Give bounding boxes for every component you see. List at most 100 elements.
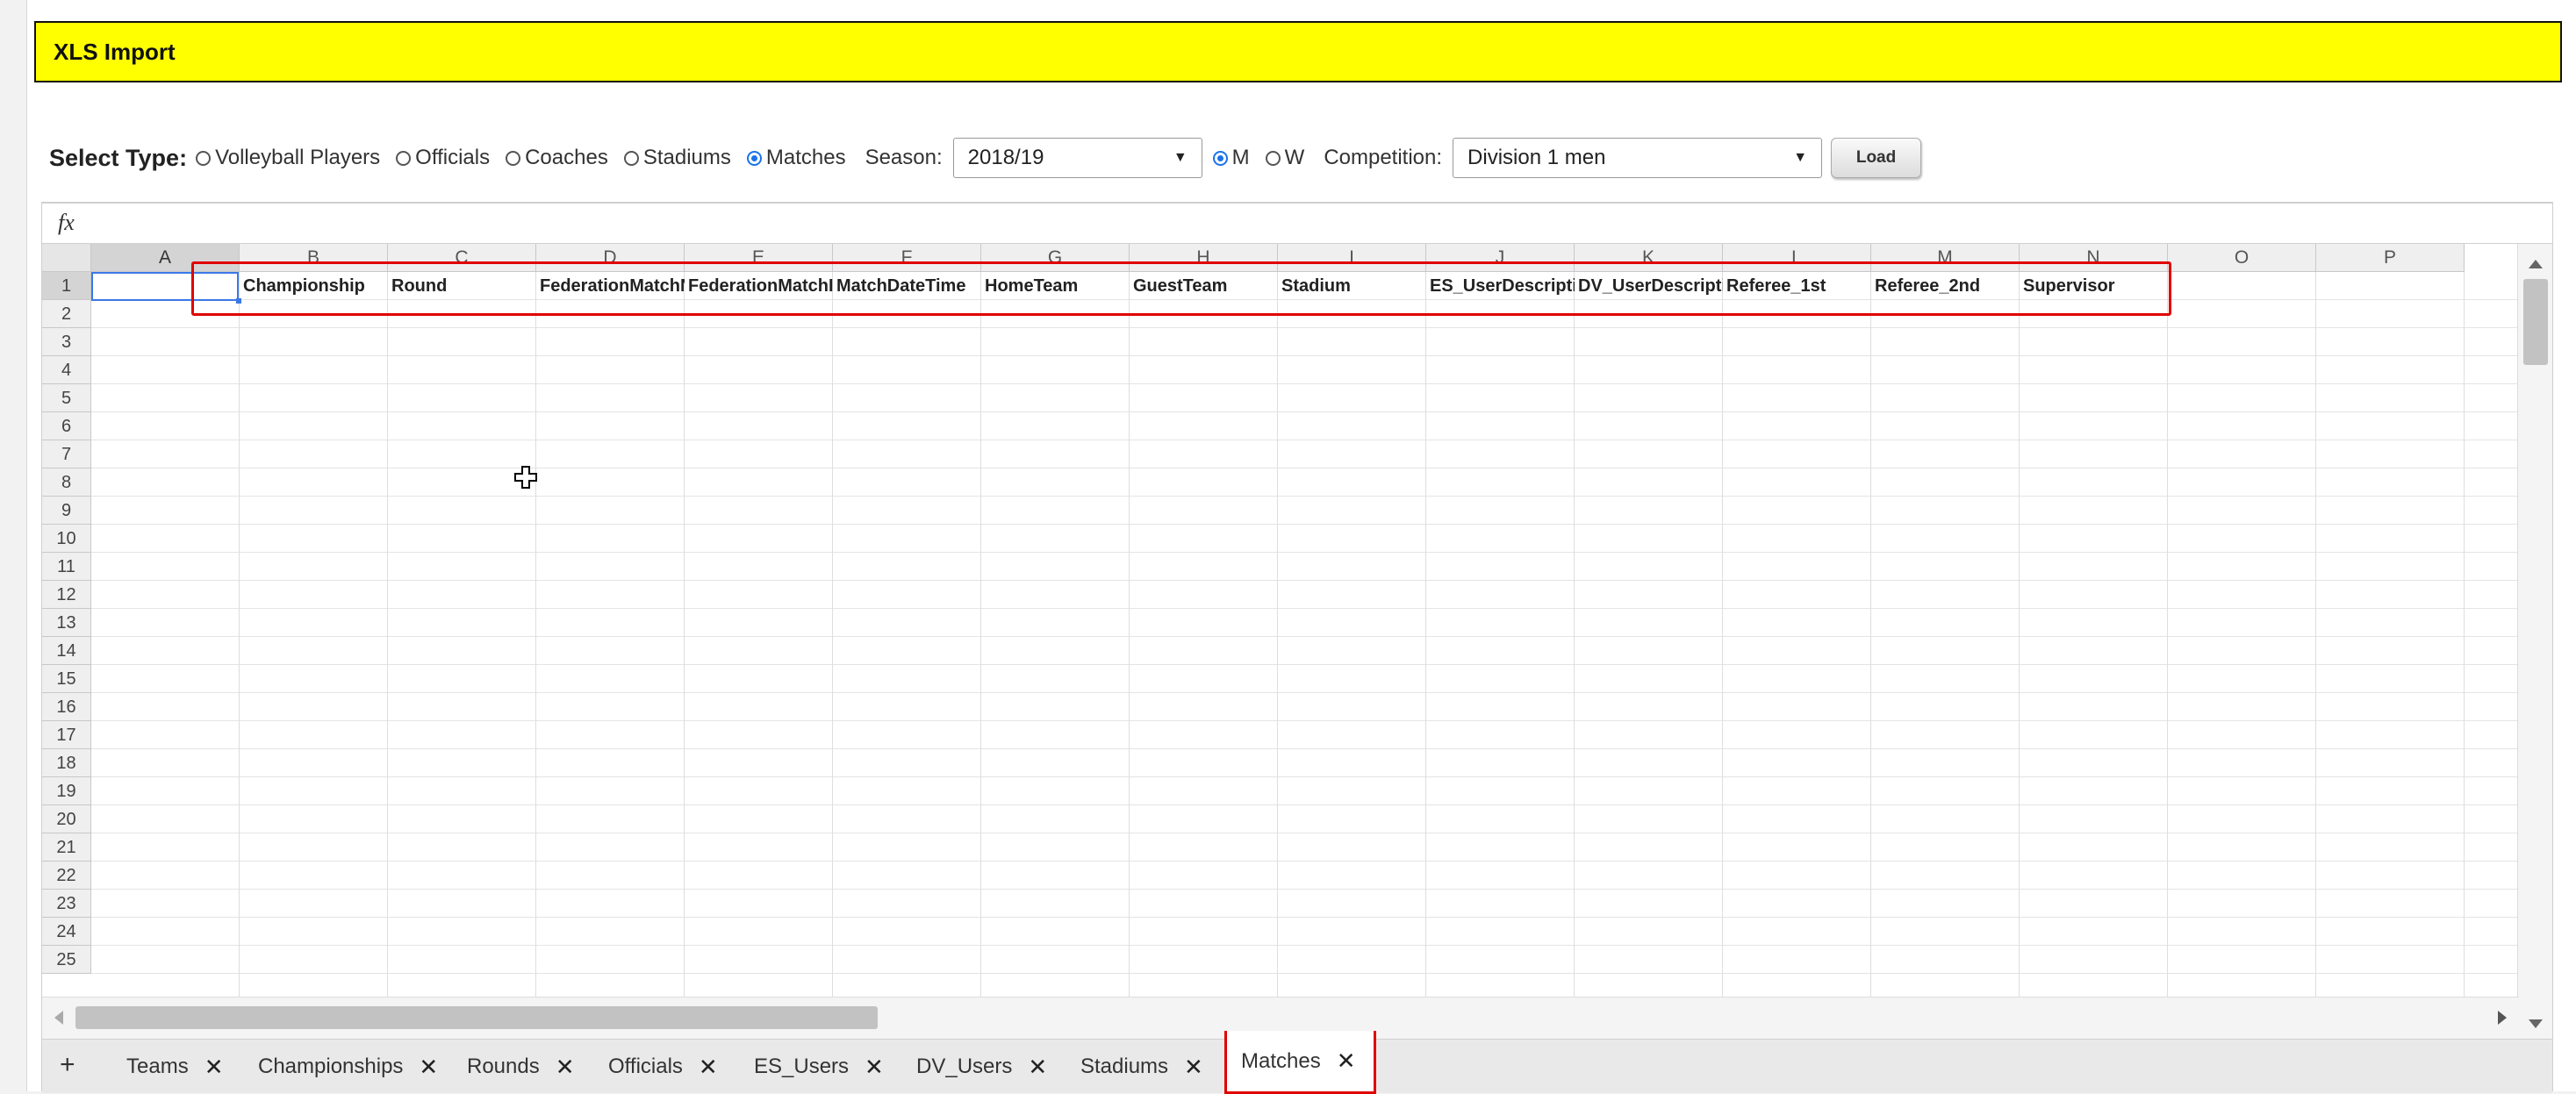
tab-label: Stadiums xyxy=(1080,1055,1169,1078)
scroll-up-icon[interactable] xyxy=(2529,260,2543,268)
row-header-5[interactable]: 5 xyxy=(42,384,91,412)
sheet-tab-dv-users[interactable]: DV_Users ✕ xyxy=(916,1040,1047,1094)
season-select[interactable]: 2018/19 ▼ xyxy=(952,138,1202,178)
radio-label: W xyxy=(1284,146,1305,169)
radio-checked-icon[interactable] xyxy=(1212,150,1228,166)
sheet-tab-championships[interactable]: Championships ✕ xyxy=(258,1040,438,1094)
radio-icon[interactable] xyxy=(1265,150,1281,166)
radio-matches[interactable]: Matches xyxy=(746,146,846,170)
tab-label: ES_Users xyxy=(754,1055,850,1078)
competition-select[interactable]: Division 1 men ▼ xyxy=(1453,138,1823,178)
radio-coaches[interactable]: Coaches xyxy=(506,146,608,170)
close-icon[interactable]: ✕ xyxy=(1337,1048,1356,1075)
radio-label: Officials xyxy=(415,146,491,169)
radio-stadiums[interactable]: Stadiums xyxy=(623,146,731,170)
select-all-corner[interactable] xyxy=(42,244,91,272)
tab-label: DV_Users xyxy=(916,1055,1013,1078)
chevron-down-icon: ▼ xyxy=(1793,150,1808,165)
tab-label: Officials xyxy=(608,1055,683,1078)
row-header-1[interactable]: 1 xyxy=(42,272,91,300)
radio-volleyball-players[interactable]: Volleyball Players xyxy=(196,146,380,170)
sheet-tab-matches[interactable]: Matches ✕ xyxy=(1224,1031,1376,1094)
row-header-21[interactable]: 21 xyxy=(42,833,91,862)
close-icon[interactable]: ✕ xyxy=(556,1054,575,1081)
vertical-scroll-thumb[interactable] xyxy=(2523,279,2548,365)
competition-label: Competition: xyxy=(1324,146,1443,169)
import-toolbar: Select Type: Volleyball Players Official… xyxy=(49,132,1922,184)
chevron-down-icon: ▼ xyxy=(1173,150,1188,165)
column-header-p[interactable]: P xyxy=(2316,244,2465,272)
row-header-14[interactable]: 14 xyxy=(42,637,91,665)
vertical-scrollbar[interactable] xyxy=(2517,244,2552,1039)
radio-icon[interactable] xyxy=(506,150,521,166)
sheet-tab-rounds[interactable]: Rounds ✕ xyxy=(467,1040,575,1094)
radio-gender-w[interactable]: W xyxy=(1265,146,1305,170)
close-icon[interactable]: ✕ xyxy=(1184,1054,1203,1081)
row-header-9[interactable]: 9 xyxy=(42,497,91,525)
row-header-6[interactable]: 6 xyxy=(42,412,91,440)
row-header-7[interactable]: 7 xyxy=(42,440,91,468)
season-label: Season: xyxy=(865,146,943,169)
page-title: XLS Import xyxy=(54,38,176,65)
row-header-8[interactable]: 8 xyxy=(42,468,91,497)
select-type-label: Select Type: xyxy=(49,144,188,171)
close-icon[interactable]: ✕ xyxy=(699,1054,718,1081)
row-header-15[interactable]: 15 xyxy=(42,665,91,693)
scroll-down-icon[interactable] xyxy=(2529,1019,2543,1028)
radio-icon[interactable] xyxy=(396,150,412,166)
spreadsheet[interactable]: fx ABCDEFGHIJKLMNOP 1 2 3 4 5 6 7 8 9 10 11 12 13 14 1… xyxy=(41,202,2553,1094)
radio-label: Coaches xyxy=(525,146,608,169)
row-header-10[interactable]: 10 xyxy=(42,525,91,553)
row-header-20[interactable]: 20 xyxy=(42,805,91,833)
sheet-tab-stadiums[interactable]: Stadiums ✕ xyxy=(1080,1040,1203,1094)
radio-officials[interactable]: Officials xyxy=(396,146,490,170)
header-row-highlight xyxy=(191,261,2171,316)
close-icon[interactable]: ✕ xyxy=(865,1054,884,1081)
close-icon[interactable]: ✕ xyxy=(1028,1054,1047,1081)
row-header-23[interactable]: 23 xyxy=(42,890,91,918)
scroll-left-icon[interactable] xyxy=(54,1011,63,1025)
tab-label: Matches xyxy=(1241,1048,1321,1073)
radio-gender-m[interactable]: M xyxy=(1212,146,1250,170)
radio-icon[interactable] xyxy=(623,150,639,166)
horizontal-scroll-thumb[interactable] xyxy=(75,1006,878,1029)
cell-area[interactable]: ChampionshipRoundFederationMatchNumberFe… xyxy=(91,272,2519,1039)
radio-icon[interactable] xyxy=(196,150,212,166)
radio-checked-icon[interactable] xyxy=(746,150,762,166)
row-header-2[interactable]: 2 xyxy=(42,300,91,328)
row-header-13[interactable]: 13 xyxy=(42,609,91,637)
row-header-25[interactable]: 25 xyxy=(42,946,91,974)
load-button[interactable]: Load xyxy=(1831,138,1922,178)
radio-label: Stadiums xyxy=(642,146,731,169)
season-value: 2018/19 xyxy=(967,146,1044,169)
radio-label: M xyxy=(1231,146,1250,169)
row-header-19[interactable]: 19 xyxy=(42,777,91,805)
scroll-right-icon[interactable] xyxy=(2498,1011,2507,1025)
sheet-tab-officials[interactable]: Officials ✕ xyxy=(608,1040,718,1094)
row-header-3[interactable]: 3 xyxy=(42,328,91,356)
tab-label: Teams xyxy=(126,1055,189,1078)
column-header-o[interactable]: O xyxy=(2168,244,2316,272)
sheet-grid[interactable]: ABCDEFGHIJKLMNOP 1 2 3 4 5 6 7 8 9 10 11 12 13 14 15 16… xyxy=(42,244,2519,1039)
row-header-12[interactable]: 12 xyxy=(42,581,91,609)
move-cursor-icon xyxy=(514,466,537,489)
tab-label: Rounds xyxy=(467,1055,540,1078)
radio-label: Volleyball Players xyxy=(215,146,381,169)
row-header-16[interactable]: 16 xyxy=(42,693,91,721)
title-bar: XLS Import xyxy=(34,21,2562,82)
sheet-tab-bar: + Teams ✕ Championships ✕ Rounds ✕ Officials ✕ E… xyxy=(42,1031,2552,1094)
row-header-4[interactable]: 4 xyxy=(42,356,91,384)
sheet-tab-es-users[interactable]: ES_Users ✕ xyxy=(754,1040,884,1094)
add-sheet-button[interactable]: + xyxy=(60,1050,75,1080)
close-icon[interactable]: ✕ xyxy=(205,1054,224,1081)
sheet-tab-teams[interactable]: Teams ✕ xyxy=(126,1040,223,1094)
tab-label: Championships xyxy=(258,1055,404,1078)
radio-label: Matches xyxy=(765,146,846,169)
close-icon[interactable]: ✕ xyxy=(419,1054,438,1081)
formula-bar[interactable]: fx xyxy=(42,204,2552,244)
row-header-24[interactable]: 24 xyxy=(42,918,91,946)
row-header-11[interactable]: 11 xyxy=(42,553,91,581)
row-header-18[interactable]: 18 xyxy=(42,749,91,777)
row-header-17[interactable]: 17 xyxy=(42,721,91,749)
row-header-22[interactable]: 22 xyxy=(42,862,91,890)
